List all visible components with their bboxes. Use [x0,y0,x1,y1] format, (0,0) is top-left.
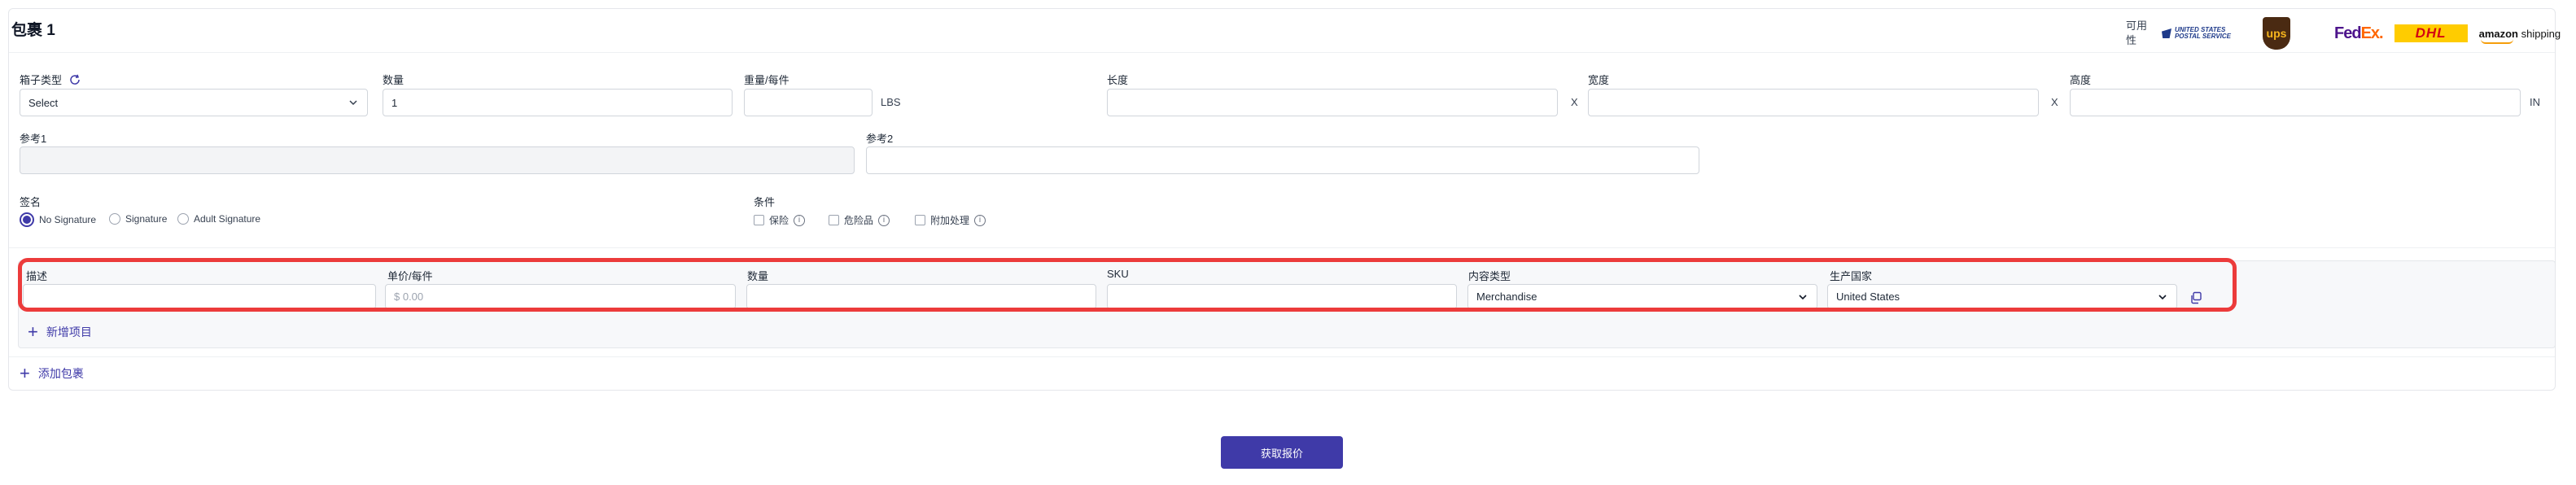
fedex-logo: FedEx. [2334,24,2384,42]
signature-label: 签名 [20,196,42,208]
radio-checked-icon [20,212,34,227]
usps-logo: UNITED STATES POSTAL SERVICE [2162,27,2240,40]
radio-icon [177,213,189,225]
width-label: 宽度 [1588,74,1610,86]
signature-option-adult[interactable]: Adult Signature [177,213,260,225]
signature-option-none[interactable]: No Signature [20,212,96,227]
info-icon[interactable]: i [878,214,890,226]
signature-option-signature[interactable]: Signature [109,213,167,225]
radio-icon [109,213,120,225]
amazon-shipping-logo: amazon shipping [2478,27,2561,44]
quantity-input[interactable]: 1 [383,89,733,116]
condition-insurance[interactable]: 保险 i [754,213,806,227]
header-divider [9,52,2555,53]
plus-icon: + [20,363,30,383]
condition-additional-handling[interactable]: 附加处理 i [915,213,986,227]
refresh-icon[interactable] [68,73,81,86]
info-icon[interactable]: i [974,214,986,226]
reference2-label: 参考2 [866,133,894,145]
weight-input[interactable] [744,89,873,116]
length-width-separator: X [1571,96,1578,108]
section-divider [9,247,2555,248]
weight-unit: LBS [881,96,901,108]
reference2-input[interactable] [866,146,1699,174]
get-quote-button[interactable]: 获取报价 [1221,436,1343,469]
item-row-highlight [18,258,2237,312]
plus-icon: + [28,321,38,342]
height-label: 高度 [2070,74,2092,86]
conditions-label: 条件 [754,196,776,208]
dhl-logo: DHL [2394,24,2468,42]
width-input[interactable] [1588,89,2039,116]
add-package-button[interactable]: + 添加包裹 [20,365,84,382]
condition-dangerous-goods[interactable]: 危险品 i [829,213,890,227]
items-divider [9,356,2555,357]
usps-eagle-icon [2162,28,2171,38]
carrier-availability: 可用性 UNITED STATES POSTAL SERVICE ups Fed… [2126,15,2561,52]
reference1-input[interactable] [20,146,855,174]
quantity-label: 数量 [383,74,405,86]
length-label: 长度 [1107,74,1129,86]
info-icon[interactable]: i [794,214,806,226]
checkbox-icon [754,215,764,225]
availability-label: 可用性 [2126,20,2148,46]
width-height-separator: X [2051,96,2058,108]
checkbox-icon [829,215,839,225]
height-unit: IN [2530,96,2540,108]
reference1-label: 参考1 [20,133,47,145]
ups-logo: ups [2263,17,2290,50]
checkbox-icon [915,215,925,225]
weight-label: 重量/每件 [744,74,789,86]
package-title: 包裹 1 [11,22,55,39]
add-item-button[interactable]: + 新增项目 [28,323,92,341]
box-type-select[interactable]: Select [20,89,368,116]
length-input[interactable] [1107,89,1558,116]
box-type-label-wrap: 箱子类型 [20,72,81,87]
box-type-label: 箱子类型 [20,74,63,86]
chevron-down-icon [349,100,357,106]
height-input[interactable] [2070,89,2521,116]
